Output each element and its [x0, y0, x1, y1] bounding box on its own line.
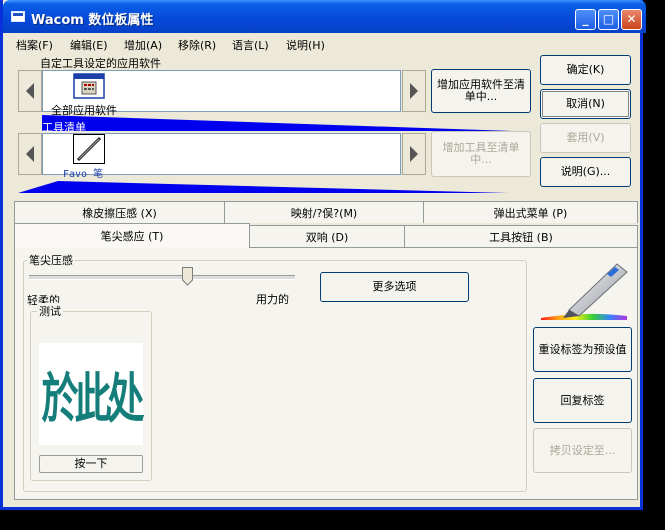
- apps-label: 自定工具设定的应用软件: [40, 57, 161, 70]
- help-button[interactable]: 说明(G)...: [540, 157, 631, 187]
- window-title: Wacom 数位板属性: [31, 13, 154, 28]
- menu-remove[interactable]: 移除(R): [178, 37, 216, 53]
- more-options-button[interactable]: 更多选项: [320, 272, 469, 302]
- test-area-text: 於此处: [41, 366, 145, 431]
- firm-label: 用力的: [256, 293, 289, 306]
- reset-defaults-button[interactable]: 重设标签为预设值: [533, 327, 632, 372]
- test-area[interactable]: 於此处: [39, 343, 145, 445]
- maximize-button[interactable]: □: [598, 9, 619, 30]
- tools-scroll-left-button[interactable]: [18, 133, 42, 175]
- slider-thumb[interactable]: [182, 267, 193, 286]
- tab-double-click[interactable]: 双响 (D): [249, 225, 405, 247]
- close-button[interactable]: ✕: [621, 9, 642, 30]
- tab-popup-menu[interactable]: 弹出式菜单 (P): [423, 201, 638, 223]
- title-bar[interactable]: Wacom 数位板属性 _ □ ✕: [3, 0, 646, 33]
- apps-scroll-right-button[interactable]: [402, 70, 426, 112]
- apps-scroll-left-button[interactable]: [18, 70, 42, 112]
- menu-add[interactable]: 增加(A): [124, 37, 162, 53]
- tab-tip-feel[interactable]: 笔尖感应 (T): [14, 223, 250, 248]
- test-group-title: 测试: [37, 303, 63, 319]
- copy-settings-button[interactable]: 拷贝设定至...: [533, 428, 632, 473]
- arrow-right-icon: [410, 83, 418, 99]
- click-test-button[interactable]: 按一下: [39, 455, 143, 473]
- pen-icon: [76, 136, 102, 162]
- favo-pen-tool[interactable]: [73, 134, 105, 164]
- menu-help[interactable]: 说明(H): [286, 37, 325, 53]
- menu-edit[interactable]: 编辑(E): [70, 37, 108, 53]
- pressure-slider[interactable]: [29, 266, 295, 288]
- cancel-button[interactable]: 取消(N): [540, 89, 631, 119]
- add-tool-button[interactable]: 增加工具至清单中...: [431, 131, 531, 177]
- arrow-left-icon: [26, 146, 34, 162]
- add-app-button[interactable]: 增加应用软件至清单中...: [431, 69, 531, 113]
- window-icon: [11, 11, 25, 22]
- apply-button[interactable]: 套用(V): [540, 123, 631, 153]
- properties-window: Wacom 数位板属性 _ □ ✕ 档案(F) 编辑(E) 增加(A) 移除(R…: [0, 0, 646, 510]
- favo-pen-label: Favo 笔: [63, 169, 104, 180]
- slider-track: [29, 275, 295, 280]
- tab-tool-buttons[interactable]: 工具按钮 (B): [404, 225, 638, 247]
- tools-selection-wedge: [18, 181, 508, 193]
- tab-mapping[interactable]: 映射/?俣?(M): [224, 201, 424, 223]
- pen-image: [535, 258, 631, 322]
- restore-tab-button[interactable]: 回复标签: [533, 378, 632, 423]
- menu-language[interactable]: 语言(L): [232, 37, 269, 53]
- ok-button[interactable]: 确定(K): [540, 55, 631, 85]
- stylus-icon: [541, 263, 628, 320]
- apps-selection-wedge: [42, 115, 512, 131]
- apps-list[interactable]: 全部应用软件: [42, 70, 401, 117]
- tools-scroll-right-button[interactable]: [402, 133, 426, 175]
- all-apps-icon[interactable]: [73, 73, 105, 99]
- tab-eraser-feel[interactable]: 橡皮擦压感 (X): [14, 201, 225, 223]
- arrow-left-icon: [26, 83, 34, 99]
- tools-label: 工具清单: [42, 121, 86, 134]
- menu-file[interactable]: 档案(F): [16, 37, 53, 53]
- tools-list[interactable]: Favo 笔: [42, 133, 401, 180]
- application-window-icon: [73, 73, 105, 99]
- arrow-right-icon: [410, 146, 418, 162]
- minimize-button[interactable]: _: [575, 9, 596, 30]
